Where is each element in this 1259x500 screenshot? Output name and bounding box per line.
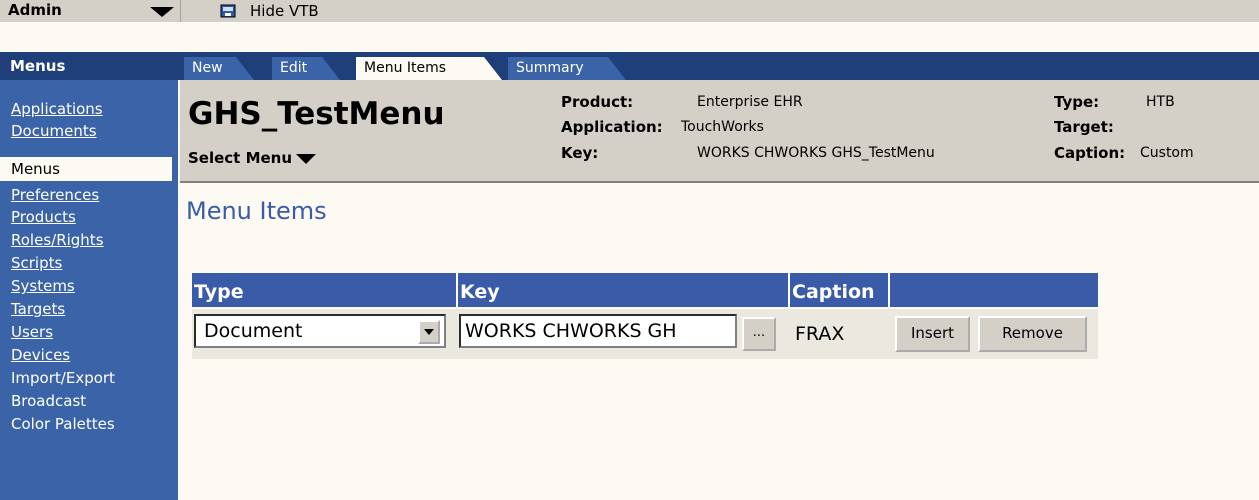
sidebar-item-roles-rights[interactable]: Roles/Rights: [11, 231, 104, 249]
sidebar-item-import-export[interactable]: Import/Export: [11, 369, 115, 387]
sidebar-item-applications[interactable]: Applications: [11, 100, 103, 118]
menu-title: GHS_TestMenu: [188, 96, 445, 132]
sidebar-item-targets[interactable]: Targets: [11, 300, 65, 318]
column-header-actions: [888, 273, 1098, 307]
sidebar-item-devices[interactable]: Devices: [11, 346, 70, 364]
chevron-down-icon[interactable]: [418, 320, 440, 344]
sidebar: Applications Documents Menus Preferences…: [0, 80, 178, 500]
hide-vtb-button[interactable]: Hide VTB: [250, 2, 319, 20]
sidebar-header: Menus: [0, 52, 178, 80]
target-label: Target:: [1054, 118, 1114, 136]
sidebar-item-menus[interactable]: Menus: [0, 157, 172, 181]
type-value: HTB: [1146, 94, 1175, 110]
insert-button[interactable]: Insert: [895, 316, 970, 352]
browse-key-button[interactable]: ...: [742, 317, 776, 351]
sidebar-item-preferences[interactable]: Preferences: [11, 186, 99, 204]
key-label: Key:: [561, 144, 599, 162]
tab-summary[interactable]: Summary: [508, 57, 626, 80]
sidebar-item-users[interactable]: Users: [11, 323, 53, 341]
sidebar-item-systems[interactable]: Systems: [11, 277, 75, 295]
application-label: Application:: [561, 118, 663, 136]
key-input[interactable]: WORKS CHWORKS GH: [459, 314, 737, 348]
column-header-key: Key: [456, 273, 788, 307]
tab-edit[interactable]: Edit: [272, 57, 340, 80]
caption-label: Caption:: [1054, 144, 1126, 162]
column-header-caption: Caption: [788, 273, 888, 307]
admin-dropdown-arrow-icon[interactable]: [150, 7, 174, 17]
column-header-type: Type: [194, 281, 244, 303]
sidebar-item-scripts[interactable]: Scripts: [11, 254, 62, 272]
product-value: Enterprise EHR: [697, 94, 803, 110]
caption-cell: FRAX: [795, 323, 845, 345]
sidebar-item-products[interactable]: Products: [11, 208, 76, 226]
key-value: WORKS CHWORKS GHS_TestMenu: [697, 145, 935, 161]
caption-value: Custom: [1140, 145, 1194, 161]
tab-menu-items[interactable]: Menu Items: [356, 57, 502, 80]
top-toolbar: [0, 0, 1259, 23]
remove-button[interactable]: Remove: [978, 316, 1087, 352]
admin-label: Admin: [8, 1, 62, 19]
sidebar-item-broadcast[interactable]: Broadcast: [11, 392, 86, 410]
type-label: Type:: [1054, 93, 1100, 111]
sidebar-item-documents[interactable]: Documents: [11, 122, 97, 140]
product-label: Product:: [561, 93, 634, 111]
section-title: Menu Items: [186, 197, 327, 225]
application-value: TouchWorks: [681, 119, 764, 135]
select-menu-dropdown[interactable]: Select Menu: [188, 149, 292, 167]
tab-new[interactable]: New: [184, 57, 254, 80]
type-select[interactable]: Document: [194, 314, 446, 348]
sidebar-item-color-palettes[interactable]: Color Palettes: [11, 415, 115, 433]
hide-vtb-icon[interactable]: [220, 4, 236, 18]
select-menu-arrow-icon[interactable]: [296, 154, 316, 164]
